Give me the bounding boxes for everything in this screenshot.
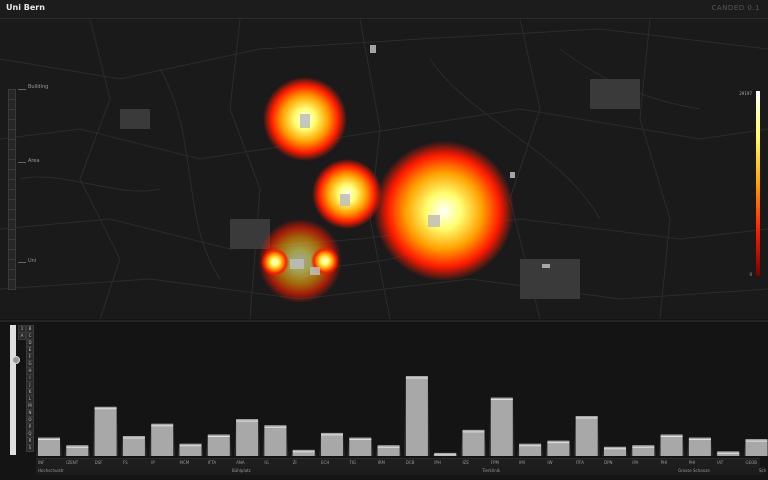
bar-label: IAT — [717, 460, 724, 465]
bar-label: GEOB — [745, 460, 758, 465]
bar-label: ANA — [236, 460, 245, 465]
zoom-label-uni: Uni — [28, 258, 37, 264]
bar[interactable] — [38, 437, 60, 456]
bar-label: IG — [264, 460, 269, 465]
bar-label: PHI — [688, 460, 696, 465]
bar-label: IFTA — [207, 460, 217, 465]
bar-label: FPM — [490, 460, 499, 465]
bar[interactable] — [462, 429, 485, 456]
bar[interactable] — [321, 432, 343, 456]
group-label: Sch — [759, 468, 767, 473]
bar-label: IW — [547, 460, 553, 465]
bar-label: INF — [38, 460, 45, 465]
street-lines — [0, 19, 768, 319]
bar-label: DSF — [94, 460, 103, 465]
bar-label: DCB — [405, 460, 415, 465]
group-label: Bühlplatz — [232, 468, 251, 473]
bar-label: ECH — [321, 460, 330, 465]
bar[interactable] — [745, 439, 768, 456]
bar-label: IPH — [434, 460, 441, 465]
bar-label: DPN — [604, 460, 613, 465]
app-title: Uni Bern — [6, 3, 45, 12]
map-canvas[interactable] — [0, 19, 768, 319]
bar[interactable] — [575, 416, 598, 456]
bar[interactable] — [349, 437, 372, 456]
legend-gradient — [756, 91, 760, 276]
bar-label: ITFA — [575, 460, 584, 465]
zoom-tick-building — [18, 89, 26, 90]
zoom-step[interactable] — [8, 279, 16, 290]
group-label-row: Hochschulstr Bühlplatz Tierklinik Grosse Sc… — [36, 467, 767, 475]
bar-label: ZI — [292, 460, 297, 465]
bar-label: IRM — [377, 460, 386, 465]
bar-label: TIG — [349, 460, 357, 465]
group-label: Hochschulstr — [38, 468, 64, 473]
heat-spots — [258, 77, 514, 303]
bar-label: PHI — [660, 460, 668, 465]
zoom-label-area: Area — [28, 158, 40, 164]
zoom-tick-uni — [18, 262, 26, 263]
version-label: CANDED 0.1 — [711, 4, 760, 12]
bar-label: MCM — [179, 460, 190, 465]
zoom-label-building: Building — [28, 84, 49, 90]
bar[interactable] — [405, 376, 428, 456]
legend-max: 29197 — [739, 91, 752, 96]
bar[interactable] — [264, 425, 287, 456]
bar-label: FS — [122, 460, 128, 465]
group-label: Tierklinik — [482, 468, 501, 473]
heatmap-map[interactable]: Building Area Uni 29197 0 — [0, 19, 768, 319]
bar[interactable] — [688, 437, 711, 456]
bar[interactable] — [94, 406, 117, 456]
bar[interactable] — [122, 436, 145, 456]
bar-label: IZE — [462, 460, 469, 465]
bar[interactable] — [490, 397, 513, 456]
group-label: Grosse Schanze — [678, 468, 710, 473]
heat-legend: 29197 0 — [734, 71, 764, 281]
bar-label: IPA — [632, 460, 639, 465]
bar-label: IZENT — [66, 460, 79, 465]
bar-svg — [36, 376, 768, 456]
bar[interactable] — [151, 423, 174, 456]
legend-min: 0 — [749, 272, 752, 277]
bar[interactable] — [292, 449, 315, 456]
bar-label: IP — [151, 460, 155, 465]
zoom-slider[interactable] — [8, 89, 16, 290]
bar[interactable] — [236, 419, 259, 456]
bar[interactable] — [660, 434, 683, 456]
zoom-tick-area — [18, 162, 26, 163]
bar-label-row: INF IZENT DSF FS IP MCM IFTA ANA IG ZI ECH TIG IRM DC… — [36, 458, 760, 467]
bar[interactable] — [207, 434, 230, 456]
bar-label: IMI — [519, 460, 525, 465]
bar-chart-panel: 1ABCDEFGHIJKLMNOPQRS INF IZENT DSF FS IP MCM I… — [0, 322, 768, 480]
bar[interactable] — [604, 446, 626, 456]
title-bar: Uni Bern CANDED 0.1 — [0, 0, 768, 19]
